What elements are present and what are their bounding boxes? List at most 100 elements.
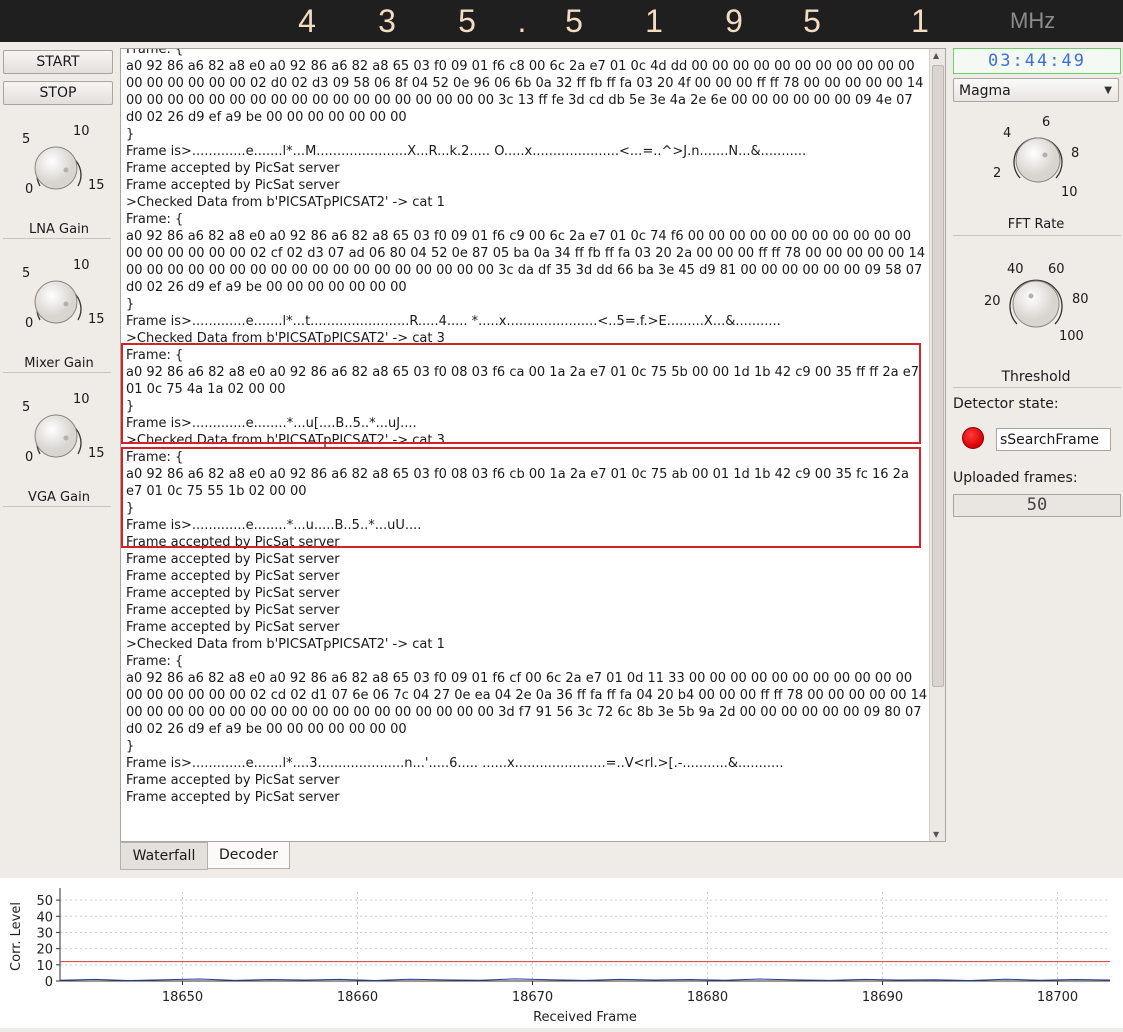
knob-scale-label: 8: [1071, 146, 1080, 161]
knob-scale-label: 5: [22, 266, 31, 281]
correlation-plot: 01020 304050 18650 18660 18670 18680 18690 1870…: [9, 888, 1111, 1025]
frequency-digit[interactable]: 4: [285, 0, 329, 42]
knob-scale-label: 2: [993, 166, 1002, 181]
x-tick-label: 18690: [862, 990, 903, 1005]
highlight-box: [121, 447, 921, 548]
frequency-digit[interactable]: 1: [898, 0, 942, 42]
log-line: }: [126, 739, 135, 754]
knob-scale-label: 100: [1059, 329, 1084, 344]
knob-scale-label: 15: [88, 446, 105, 461]
log-line: >Checked Data from b'PICSATpPICSAT2' -> …: [126, 637, 445, 652]
mixer-gain-label: Mixer Gain: [24, 356, 94, 371]
colormap-select[interactable]: Magma ▼: [953, 78, 1119, 102]
knob-scale-label: 15: [88, 178, 105, 193]
scroll-down-icon[interactable]: ▼: [933, 830, 939, 839]
log-line: Frame accepted by PicSat server: [126, 790, 340, 805]
frequency-display: 4 3 5 . 5 1 9 5 1 MHz: [0, 0, 1123, 42]
log-line: Frame accepted by PicSat server: [126, 178, 340, 193]
frequency-unit: MHz: [1010, 8, 1056, 33]
stop-button[interactable]: STOP: [3, 81, 113, 105]
scroll-up-icon[interactable]: ▲: [933, 51, 939, 60]
knob-dial-icon: [34, 414, 82, 458]
y-axis-label: Corr. Level: [9, 902, 24, 971]
highlight-box: [121, 343, 921, 444]
frequency-digit[interactable]: 5: [445, 0, 489, 42]
log-line: a0 92 86 a6 82 a8 e0 a0 92 86 a6 82 a8 6…: [126, 59, 928, 125]
log-line: Frame: {: [126, 212, 184, 227]
tab-waterfall[interactable]: Waterfall: [120, 842, 208, 870]
log-line: Frame: {: [126, 654, 184, 669]
log-scrollbar[interactable]: ▲ ▼: [929, 49, 945, 841]
log-line: Frame accepted by PicSat server: [126, 620, 340, 635]
lna-gain-label: LNA Gain: [29, 222, 89, 237]
x-axis-label: Received Frame: [533, 1010, 637, 1025]
x-tick-label: 18650: [162, 990, 203, 1005]
knob-scale-label: 5: [22, 132, 31, 147]
frequency-digit[interactable]: 5: [790, 0, 834, 42]
log-line: Frame accepted by PicSat server: [126, 603, 340, 618]
knob-scale-label: 80: [1072, 292, 1089, 307]
frequency-digit[interactable]: 5: [552, 0, 596, 42]
knob-dial-icon: [1013, 137, 1063, 183]
x-tick-label: 18660: [337, 990, 378, 1005]
frequency-decimal-point: .: [517, 3, 527, 39]
scroll-thumb[interactable]: [932, 65, 944, 687]
correlation-series-line: [59, 978, 1111, 982]
knob-scale-label: 20: [984, 294, 1001, 309]
knob-scale-label: 5: [22, 400, 31, 415]
frequency-digit[interactable]: 3: [365, 0, 409, 42]
log-line: Frame is>.............e.......l*...t....…: [126, 314, 781, 329]
divider: [3, 238, 111, 239]
log-line: >Checked Data from b'PICSATpPICSAT2' -> …: [126, 195, 445, 210]
tab-decoder[interactable]: Decoder: [207, 842, 290, 869]
log-line: Frame accepted by PicSat server: [126, 552, 340, 567]
start-button[interactable]: START: [3, 50, 113, 74]
log-line: Frame accepted by PicSat server: [126, 569, 340, 584]
detector-state-field[interactable]: sSearchFrame: [996, 428, 1111, 451]
divider: [953, 387, 1121, 388]
lna-gain-knob[interactable]: 5 10 0 15 LNA Gain: [0, 120, 118, 240]
vga-gain-label: VGA Gain: [28, 490, 90, 505]
frequency-digit[interactable]: 1: [632, 0, 676, 42]
y-tick-label: 0: [45, 975, 53, 990]
knob-scale-label: 10: [73, 392, 90, 407]
y-tick-label: 30: [36, 926, 53, 941]
uploaded-frames-label: Uploaded frames:: [953, 470, 1078, 486]
log-line: Frame accepted by PicSat server: [126, 586, 340, 601]
frequency-digit[interactable]: 9: [712, 0, 756, 42]
vga-gain-knob[interactable]: 5 10 0 15 VGA Gain: [0, 388, 118, 508]
log-line: Frame accepted by PicSat server: [126, 161, 340, 176]
knob-scale-label: 10: [1061, 185, 1078, 200]
divider: [3, 372, 111, 373]
y-tick-label: 50: [36, 894, 53, 909]
log-line: Frame is>.............e.......l*....3...…: [126, 756, 784, 771]
knob-scale-label: 6: [1042, 115, 1051, 130]
uploaded-frames-count: 50: [953, 494, 1121, 517]
y-tick-label: 10: [36, 959, 53, 974]
log-line: }: [126, 127, 135, 142]
knob-scale-label: 10: [73, 258, 90, 273]
knob-dial-icon: [34, 280, 82, 324]
divider: [3, 506, 111, 507]
knob-scale-label: 60: [1048, 262, 1065, 277]
correlation-chart: 0 10 20 30 40 50 18650 18660 18670 18680 18690 1870…: [0, 878, 1123, 1028]
log-line: Frame accepted by PicSat server: [126, 773, 340, 788]
knob-scale-label: 40: [1007, 262, 1024, 277]
y-tick-label: 20: [36, 943, 53, 958]
knob-dial-icon: [34, 146, 82, 190]
knob-scale-label: 15: [88, 312, 105, 327]
threshold-knob[interactable]: 40 60 20 80 100 Threshold: [953, 258, 1119, 388]
log-line: a0 92 86 a6 82 a8 e0 a0 92 86 a6 82 a8 6…: [126, 229, 929, 295]
mixer-gain-knob[interactable]: 5 10 0 15 Mixer Gain: [0, 254, 118, 374]
log-line: Frame is>.............e.......l*...M....…: [126, 144, 807, 159]
log-line: a0 92 86 a6 82 a8 e0 a0 92 86 a6 82 a8 6…: [126, 671, 928, 737]
knob-scale-label: 0: [25, 450, 34, 465]
threshold-label: Threshold: [1001, 369, 1071, 385]
decoder-log-panel[interactable]: Frame: { a0 92 86 a6 82 a8 e0 a0 92 86 a6…: [120, 48, 946, 842]
fft-rate-label: FFT Rate: [1007, 217, 1065, 232]
fft-rate-knob[interactable]: 4 6 8 2 10 FFT Rate: [953, 112, 1119, 232]
x-tick-label: 18680: [687, 990, 728, 1005]
log-line: }: [126, 297, 135, 312]
knob-scale-label: 4: [1003, 126, 1012, 141]
decoder-log[interactable]: Frame: { a0 92 86 a6 82 a8 e0 a0 92 86 a6…: [121, 49, 929, 841]
